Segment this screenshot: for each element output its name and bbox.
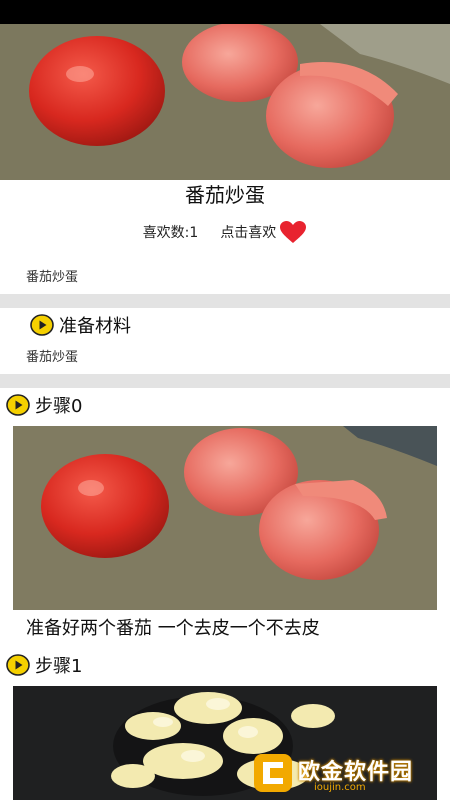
step-image [13, 426, 437, 610]
like-row: 喜欢数:1 点击喜欢 [0, 218, 450, 246]
recipe-description: 番茄炒蛋 [26, 270, 79, 285]
play-circle-icon [6, 394, 30, 416]
step-heading: 步骤0 [6, 392, 82, 418]
step-heading-label: 步骤0 [35, 396, 83, 417]
heart-icon [280, 221, 307, 243]
play-circle-icon [6, 654, 30, 676]
step-text: 准备好两个番茄 一个去皮一个不去皮 [26, 618, 320, 639]
step-heading: 步骤1 [6, 652, 82, 678]
ingredients-heading-label: 准备材料 [59, 316, 131, 337]
section-divider [0, 374, 450, 388]
like-button[interactable]: 点击喜欢 [220, 220, 307, 244]
step-heading-label: 步骤1 [35, 656, 83, 677]
status-bar [0, 0, 450, 24]
hero-image [0, 24, 450, 180]
play-circle-icon [30, 314, 54, 336]
ingredients-heading: 准备材料 [30, 312, 131, 338]
section-divider [0, 294, 450, 308]
likes-count: 喜欢数:1 [142, 225, 199, 241]
watermark-domain: ioujin.com [314, 782, 366, 793]
like-button-label: 点击喜欢 [220, 225, 277, 241]
ingredients-text: 番茄炒蛋 [26, 350, 79, 365]
recipe-title: 番茄炒蛋 [185, 183, 265, 207]
watermark: 欧金软件园 ioujin.com [252, 752, 444, 796]
